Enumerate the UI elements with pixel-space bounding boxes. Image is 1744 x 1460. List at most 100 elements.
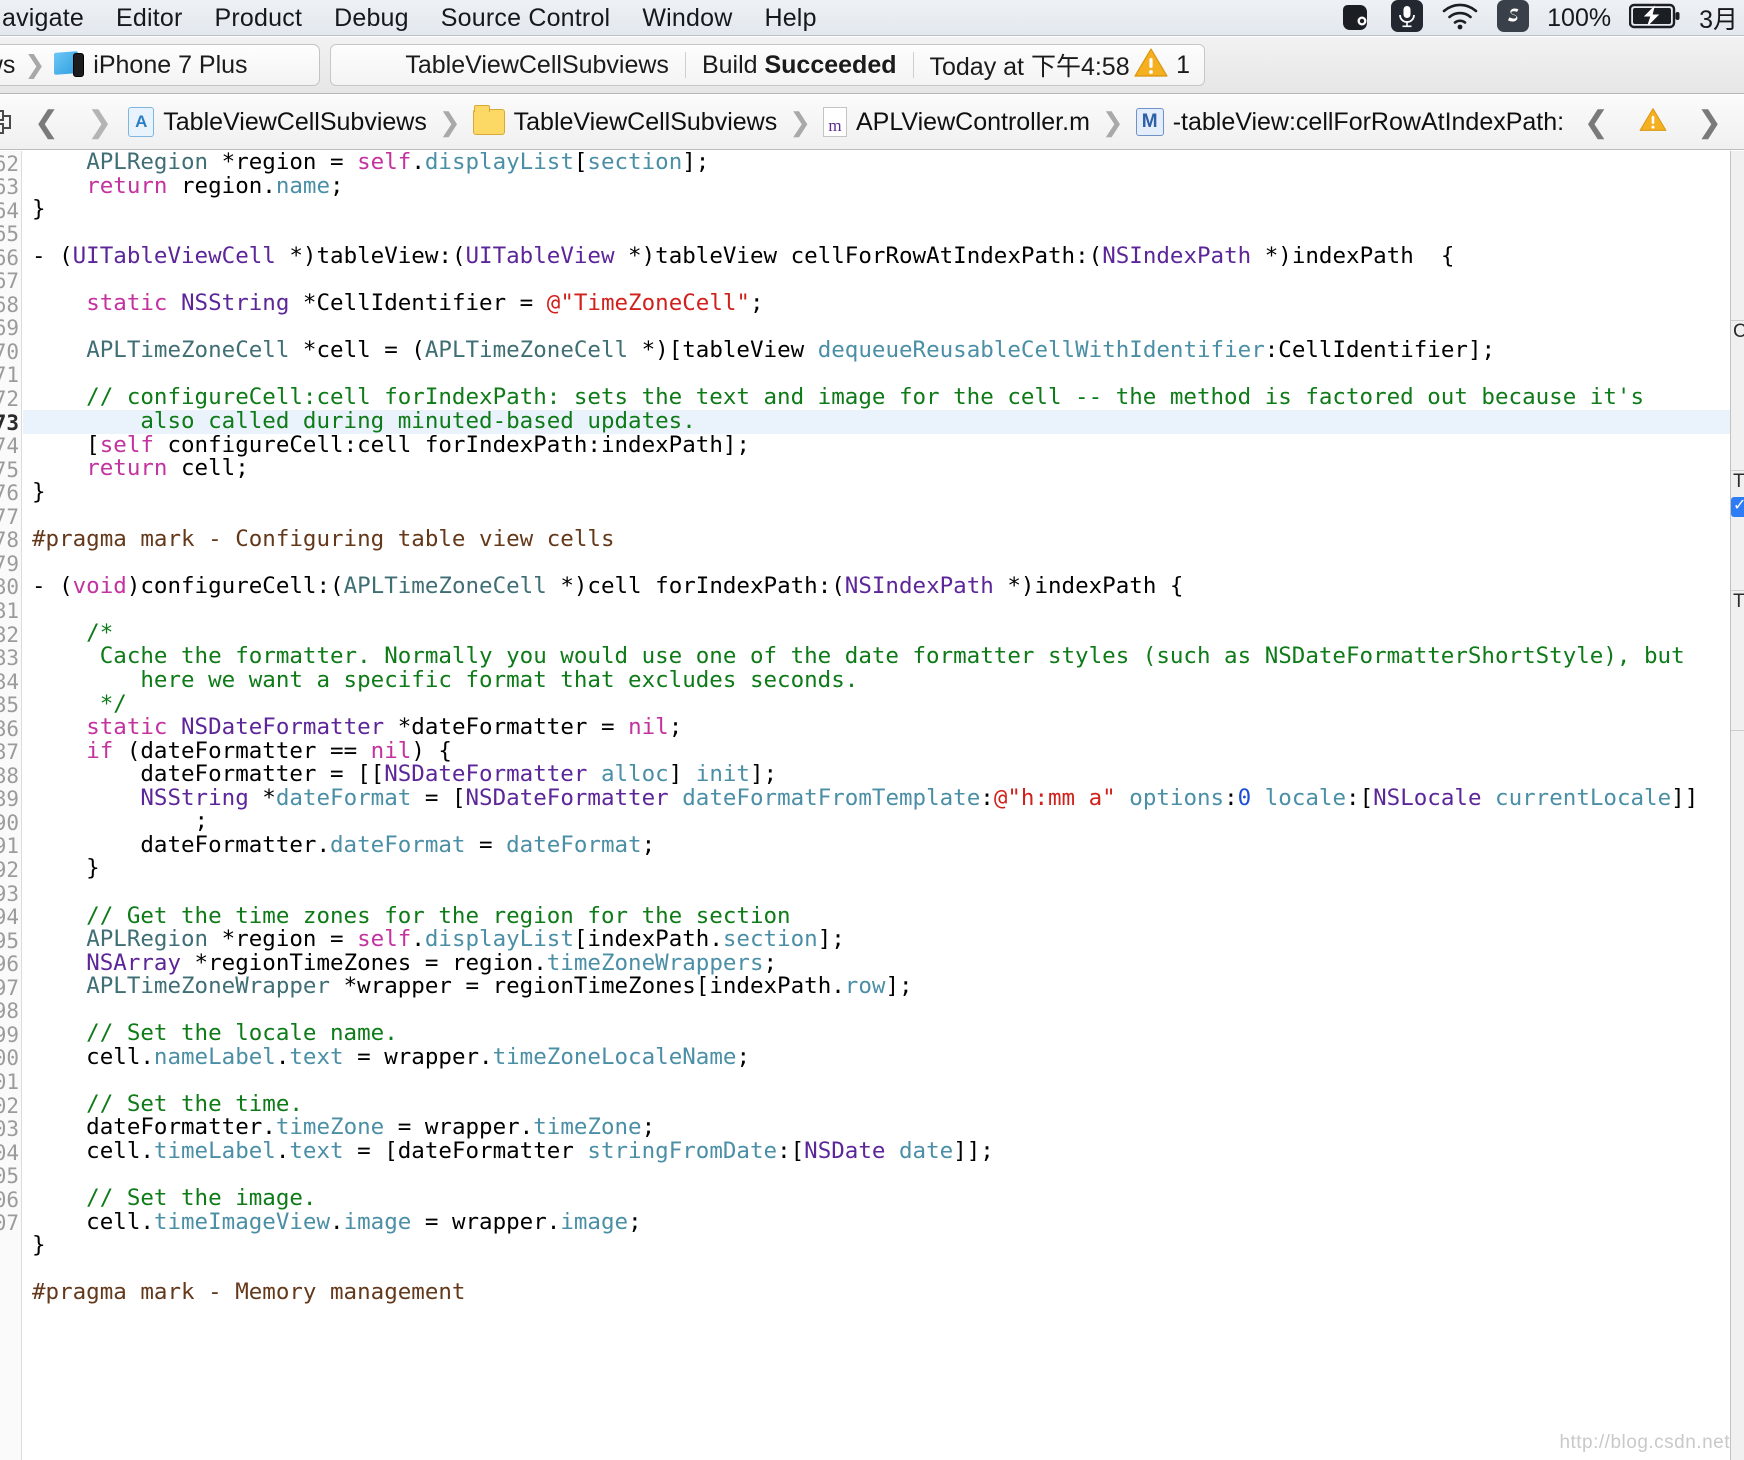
scheme-name-label: ubviews xyxy=(0,50,16,79)
code-line[interactable]: Cache the formatter. Normally you would … xyxy=(23,645,1744,669)
code-line[interactable]: #pragma mark - Memory management xyxy=(23,1280,1744,1305)
wifi-icon[interactable] xyxy=(1441,2,1479,35)
breadcrumb-file[interactable]: APLViewController.m xyxy=(821,107,1092,137)
code-line[interactable] xyxy=(23,881,1744,905)
code-line[interactable]: // Get the time zones for the region for… xyxy=(23,904,1744,929)
line-number: 85 xyxy=(0,693,19,718)
code-line[interactable]: - (UITableViewCell *)tableView:(UITableV… xyxy=(23,244,1744,269)
code-line[interactable]: /* xyxy=(23,621,1744,646)
code-line[interactable]: here we want a specific format that excl… xyxy=(23,668,1744,693)
code-line[interactable]: } xyxy=(23,480,1744,505)
code-line[interactable] xyxy=(23,1258,1744,1282)
inspector-label-a: C xyxy=(1733,321,1744,342)
code-line[interactable] xyxy=(23,551,1744,575)
menu-item-source-control[interactable]: Source Control xyxy=(425,0,627,36)
utilities-inspector-panel[interactable]: C T T xyxy=(1730,151,1744,1460)
code-line[interactable]: // Set the image. xyxy=(23,1186,1744,1211)
source-editor[interactable]: 62 63 64 65 66 67 68 69 70 71 72 73 74 75 76 77 78 79 80 81… xyxy=(0,151,1744,1460)
menu-item-editor[interactable]: Editor xyxy=(100,0,199,36)
code-line[interactable] xyxy=(23,999,1744,1023)
navigate-back-button[interactable]: ❮ xyxy=(20,105,73,140)
code-line[interactable]: return region.name; xyxy=(23,174,1744,199)
code-line[interactable]: static NSString *CellIdentifier = @"Time… xyxy=(23,292,1744,316)
line-number: 102 xyxy=(0,1093,19,1118)
issue-prev-button[interactable]: ❮ xyxy=(1570,105,1623,140)
microphone-icon[interactable] xyxy=(1391,0,1424,37)
evernote-icon[interactable] xyxy=(1339,1,1373,36)
inspector-label-b: T xyxy=(1733,471,1744,492)
code-line[interactable]: also called during minuted-based updates… xyxy=(23,409,1744,434)
activity-target-label: TableViewCellSubviews xyxy=(405,50,669,79)
breadcrumb-method[interactable]: -tableView:cellForRowAtIndexPath: xyxy=(1134,108,1566,137)
code-line[interactable]: return cell; xyxy=(23,456,1744,481)
code-text-area[interactable]: APLRegion *region = self.displayList[sec… xyxy=(23,151,1744,1460)
line-number: 83 xyxy=(0,646,19,671)
battery-charging-icon[interactable] xyxy=(1628,3,1681,34)
breadcrumb-group[interactable]: TableViewCellSubviews xyxy=(471,105,780,137)
code-line[interactable]: NSArray *regionTimeZones = region.timeZo… xyxy=(23,951,1744,976)
menu-item-product[interactable]: Product xyxy=(199,0,319,36)
line-number: 107 xyxy=(0,1211,19,1236)
activity-view[interactable]: TableViewCellSubviews Build Succeeded To… xyxy=(330,44,1205,86)
code-line[interactable]: APLTimeZoneWrapper *wrapper = regionTime… xyxy=(23,974,1744,999)
code-line[interactable]: #pragma mark - Configuring table view ce… xyxy=(23,527,1744,552)
code-line[interactable]: dateFormatter = [[NSDateFormatter alloc]… xyxy=(23,762,1744,787)
checkbox-checked-icon[interactable] xyxy=(1731,495,1744,517)
line-number: 105 xyxy=(0,1164,19,1189)
line-number: 69 xyxy=(0,316,19,341)
issue-next-button[interactable]: ❯ xyxy=(1683,105,1736,140)
line-number: 96 xyxy=(0,952,19,977)
menu-item-window[interactable]: Window xyxy=(626,0,748,36)
code-line[interactable]: cell.timeLabel.text = [dateFormatter str… xyxy=(23,1139,1744,1164)
line-number: 89 xyxy=(0,787,19,812)
line-number: 80 xyxy=(0,575,19,600)
menu-item-navigate[interactable]: avigate xyxy=(0,0,100,36)
code-line[interactable] xyxy=(23,269,1744,293)
code-line[interactable]: dateFormatter.dateFormat = dateFormat; xyxy=(23,833,1744,858)
scheme-destination-selector[interactable]: ubviews ❯ iPhone 7 Plus xyxy=(0,44,320,86)
code-line[interactable]: APLRegion *region = self.displayList[ind… xyxy=(23,927,1744,952)
menu-bar-clock[interactable]: 3月 xyxy=(1699,0,1738,36)
code-line[interactable]: cell.timeImageView.image = wrapper.image… xyxy=(23,1210,1744,1235)
code-line[interactable]: // Set the locale name. xyxy=(23,1021,1744,1046)
navigate-forward-button[interactable]: ❯ xyxy=(73,105,126,140)
line-number: 63 xyxy=(0,175,19,200)
code-line[interactable]: dateFormatter.timeZone = wrapper.timeZon… xyxy=(23,1116,1744,1140)
menu-bar-items: avigate Editor Product Debug Source Cont… xyxy=(0,0,833,36)
code-line[interactable]: // Set the time. xyxy=(23,1092,1744,1117)
objc-file-icon xyxy=(823,107,847,137)
code-line[interactable] xyxy=(23,504,1744,528)
warning-triangle-icon[interactable] xyxy=(1639,107,1667,137)
shadowsocks-icon[interactable] xyxy=(1497,0,1530,37)
code-line[interactable] xyxy=(23,598,1744,622)
code-line[interactable]: [self configureCell:cell forIndexPath:in… xyxy=(23,433,1744,458)
menu-item-debug[interactable]: Debug xyxy=(318,0,425,36)
menu-item-help[interactable]: Help xyxy=(748,0,832,36)
code-line[interactable]: static NSDateFormatter *dateFormatter = … xyxy=(23,715,1744,740)
code-line[interactable]: cell.nameLabel.text = wrapper.timeZoneLo… xyxy=(23,1045,1744,1070)
code-line[interactable]: APLRegion *region = self.displayList[sec… xyxy=(23,151,1744,175)
code-line[interactable]: APLTimeZoneCell *cell = (APLTimeZoneCell… xyxy=(23,339,1744,363)
breadcrumb-separator: ❯ xyxy=(438,106,461,137)
code-line[interactable]: - (void)configureCell:(APLTimeZoneCell *… xyxy=(23,574,1744,599)
code-line[interactable]: // configureCell:cell forIndexPath: sets… xyxy=(23,386,1744,410)
code-line[interactable]: } xyxy=(23,198,1744,222)
code-line[interactable]: */ xyxy=(23,692,1744,717)
issue-summary[interactable]: 1 xyxy=(1134,47,1190,83)
related-items-icon[interactable] xyxy=(0,109,20,135)
code-line[interactable]: } xyxy=(23,857,1744,881)
activity-time-label: Today at 下午4:58 xyxy=(929,53,1130,81)
code-line[interactable] xyxy=(23,1069,1744,1093)
iphone-device-icon xyxy=(54,51,85,78)
code-line[interactable]: } xyxy=(23,1234,1744,1258)
code-line[interactable]: ; xyxy=(23,810,1744,834)
code-line[interactable]: NSString *dateFormat = [NSDateFormatter … xyxy=(23,786,1744,811)
code-line[interactable]: if (dateFormatter == nil) { xyxy=(23,739,1744,764)
breadcrumb-project[interactable]: TableViewCellSubviews xyxy=(126,107,429,137)
code-line[interactable] xyxy=(23,363,1744,387)
code-line[interactable] xyxy=(23,1164,1744,1188)
line-number: 66 xyxy=(0,245,19,270)
code-line[interactable] xyxy=(23,316,1744,340)
line-number: 64 xyxy=(0,198,19,223)
code-line[interactable] xyxy=(23,222,1744,246)
